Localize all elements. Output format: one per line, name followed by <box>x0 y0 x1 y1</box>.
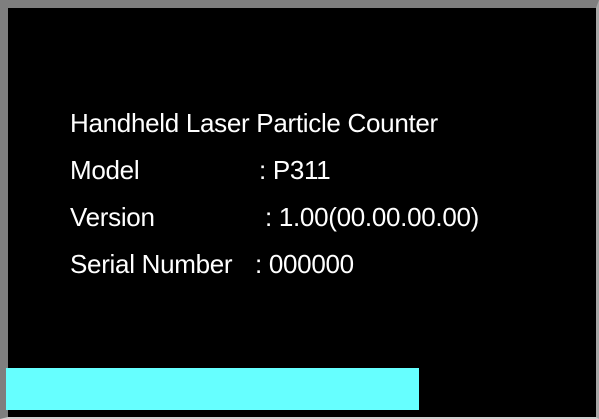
version-label: Version <box>70 202 155 232</box>
model-value: : P311 <box>259 155 331 185</box>
serial-label: Serial Number <box>70 249 233 279</box>
model-label: Model <box>70 155 140 185</box>
loading-progress-fill <box>6 368 419 410</box>
serial-value: : 000000 <box>255 249 354 279</box>
loading-progress-bar <box>6 368 596 410</box>
version-value: : 1.00(00.00.00.00) <box>265 202 480 232</box>
device-title: Handheld Laser Particle Counter <box>70 108 438 138</box>
